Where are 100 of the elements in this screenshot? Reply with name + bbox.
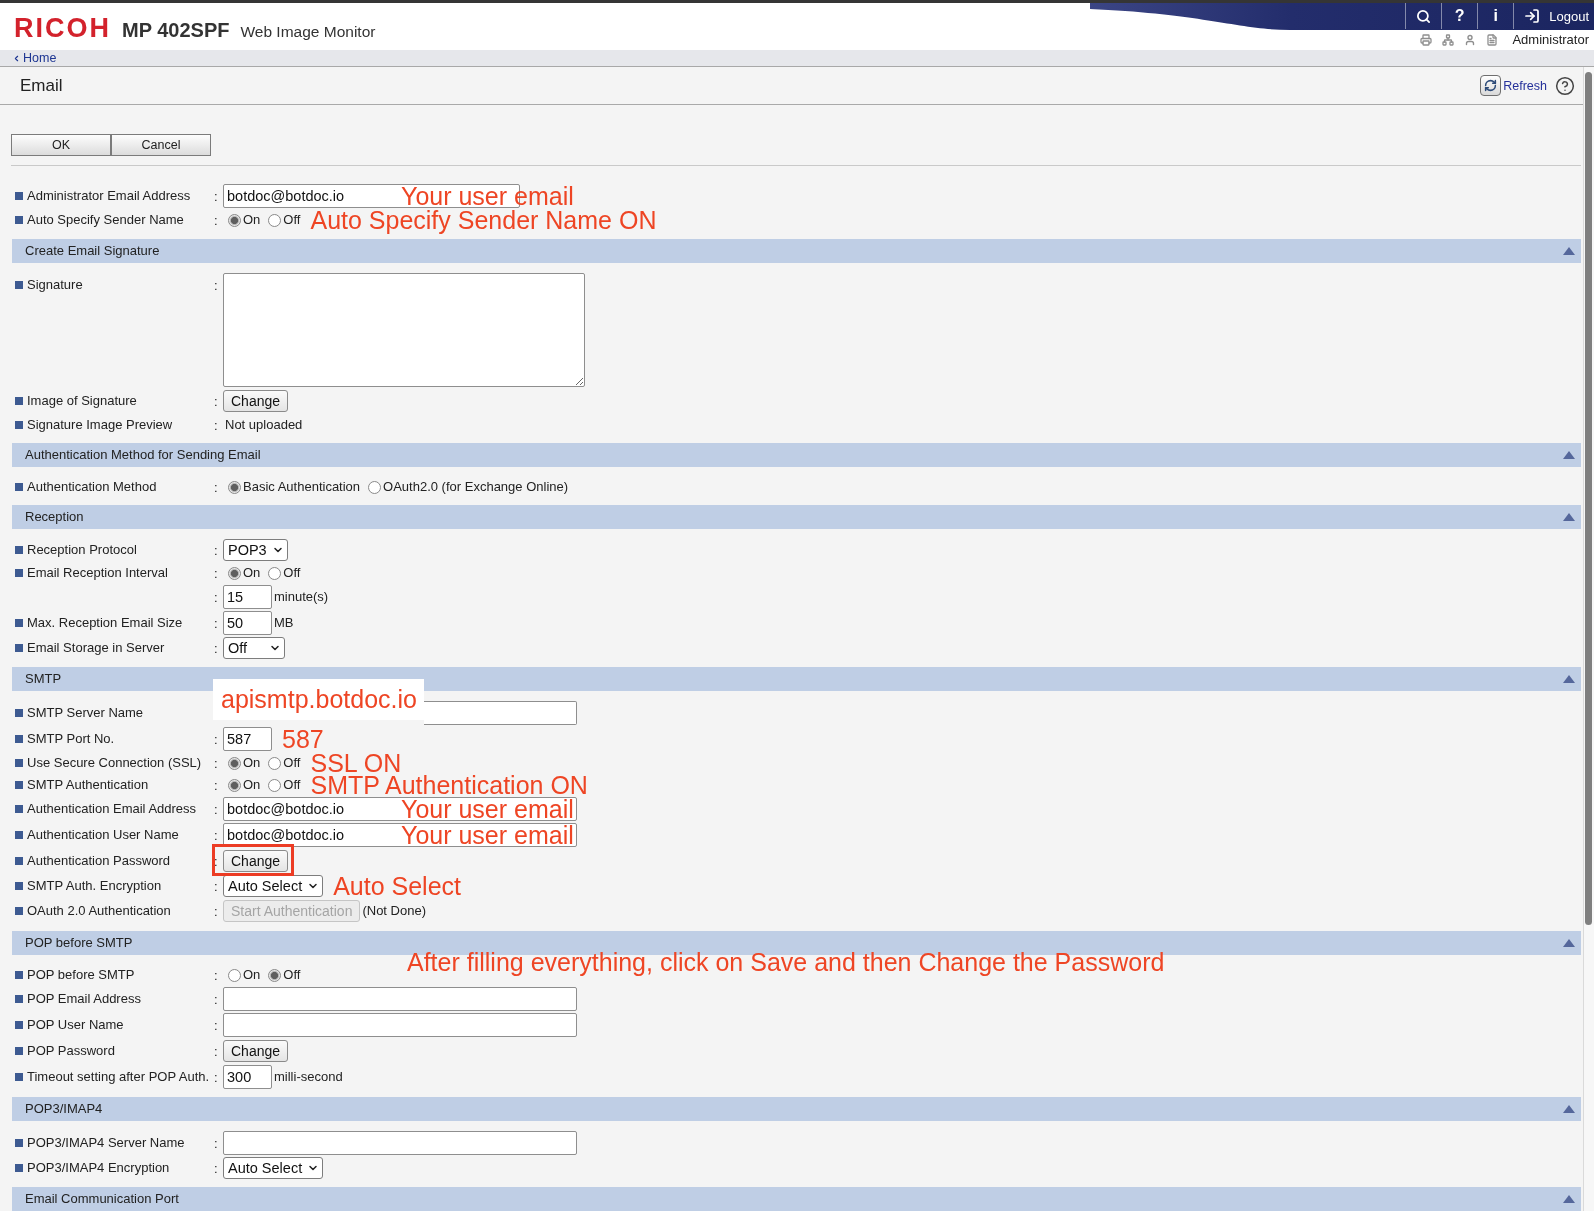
logout-button[interactable]: Logout: [1513, 3, 1594, 29]
radio-button[interactable]: [228, 566, 241, 580]
text-field[interactable]: [223, 1131, 577, 1155]
radio-button[interactable]: [228, 480, 241, 494]
user-icon: [1464, 33, 1477, 46]
dropdown[interactable]: Off: [223, 637, 285, 659]
colon: :: [214, 827, 218, 843]
annotation-text: After filling everything, click on Save and then Change the Password: [407, 950, 1165, 975]
collapse-triangle-icon[interactable]: [1563, 939, 1575, 947]
colon: :: [214, 777, 218, 793]
collapse-triangle-icon[interactable]: [1563, 675, 1575, 683]
colon: :: [214, 801, 218, 817]
radio-button[interactable]: [268, 968, 282, 982]
radio-button[interactable]: [228, 778, 241, 792]
search-icon: [1416, 8, 1432, 24]
field-label: Authentication Method: [27, 478, 157, 496]
field-label: SMTP Authentication: [27, 776, 149, 794]
colon: :: [214, 615, 218, 631]
annotation-text: Auto Specify Sender Name ON: [310, 207, 657, 233]
radio-label: Off: [283, 754, 301, 772]
printer-icon: [1420, 33, 1433, 46]
radio-button[interactable]: [268, 213, 282, 227]
scrollbar-thumb[interactable]: [1585, 72, 1592, 925]
bullet-square-icon: [15, 216, 23, 224]
value-text: minute(s): [274, 588, 329, 606]
text-field[interactable]: 300: [223, 1065, 272, 1089]
text-field[interactable]: [223, 987, 577, 1011]
text-field[interactable]: 50: [223, 611, 272, 635]
colon: :: [214, 991, 218, 1007]
field-label: POP User Name: [27, 1016, 124, 1034]
radio-label: On: [243, 211, 261, 229]
dropdown[interactable]: Auto Select: [223, 1157, 324, 1179]
radio-button[interactable]: [228, 756, 241, 770]
field-label: Auto Specify Sender Name: [27, 211, 184, 229]
document-icon: [1486, 33, 1499, 46]
radio-button[interactable]: [268, 566, 282, 580]
field-label: Authentication Email Address: [27, 800, 197, 818]
collapse-triangle-icon[interactable]: [1563, 1105, 1575, 1113]
radio-button[interactable]: [268, 778, 282, 792]
form-button[interactable]: Change: [223, 850, 289, 872]
value-text: milli-second: [274, 1068, 343, 1086]
text-field[interactable]: [223, 1013, 577, 1037]
collapse-triangle-icon[interactable]: [1563, 1195, 1575, 1203]
text-area[interactable]: [223, 273, 585, 387]
info-button[interactable]: i: [1477, 3, 1514, 29]
annotation-callout: apismtp.botdoc.io: [213, 679, 424, 720]
field-label: Signature: [27, 276, 83, 294]
help-icon[interactable]: [1555, 75, 1575, 96]
colon: :: [214, 417, 218, 433]
colon: :: [214, 212, 218, 228]
bullet-square-icon: [15, 546, 23, 554]
radio-button[interactable]: [368, 480, 382, 494]
text-field[interactable]: 587: [223, 727, 272, 751]
radio-button[interactable]: [228, 213, 241, 227]
bullet-square-icon: [15, 1073, 23, 1081]
radio-button[interactable]: [268, 756, 282, 770]
colon: :: [214, 1160, 218, 1176]
colon: :: [214, 1135, 218, 1151]
action-button[interactable]: OK: [11, 134, 111, 156]
field-label: Image of Signature: [27, 392, 137, 410]
colon: :: [214, 1017, 218, 1033]
bullet-square-icon: [15, 805, 23, 813]
text-field[interactable]: 15: [223, 585, 272, 609]
logout-icon: [1524, 8, 1541, 24]
text-field[interactable]: [423, 701, 577, 725]
collapse-triangle-icon[interactable]: [1563, 451, 1575, 459]
field-label: Signature Image Preview: [27, 416, 173, 434]
section-title: Create Email Signature: [25, 243, 160, 259]
section-title: Authentication Method for Sending Email: [25, 447, 261, 463]
help-button[interactable]: ?: [1441, 3, 1478, 29]
page-title: Email: [20, 75, 63, 96]
collapse-triangle-icon[interactable]: [1563, 513, 1575, 521]
form-button[interactable]: Change: [223, 390, 289, 412]
value-text: Not uploaded: [225, 416, 303, 434]
radio-label: On: [243, 776, 261, 794]
dropdown[interactable]: POP3: [223, 539, 288, 561]
collapse-triangle-icon[interactable]: [1563, 247, 1575, 255]
section-title: POP3/IMAP4: [25, 1101, 103, 1117]
action-button[interactable]: Cancel: [111, 134, 211, 156]
bullet-square-icon: [15, 192, 23, 200]
dropdown[interactable]: Auto Select: [223, 875, 324, 897]
field-label: POP Email Address: [27, 990, 141, 1008]
bullet-square-icon: [15, 569, 23, 577]
bullet-square-icon: [15, 397, 23, 405]
refresh-icon: [1480, 75, 1502, 96]
form-button[interactable]: Change: [223, 1040, 289, 1062]
bullet-square-icon: [15, 735, 23, 743]
annotation-text: Your user email: [401, 796, 574, 822]
field-label: Administrator Email Address: [27, 187, 191, 205]
radio-label: Off: [283, 211, 301, 229]
radio-button[interactable]: [228, 968, 241, 982]
annotation-text: Auto Select: [333, 873, 462, 899]
bullet-square-icon: [15, 1139, 23, 1147]
field-label: Email Reception Interval: [27, 564, 168, 582]
colon: :: [214, 393, 218, 409]
refresh-link[interactable]: Refresh: [1480, 75, 1547, 96]
colon: :: [214, 589, 218, 605]
section-title: Reception: [25, 509, 84, 525]
home-link[interactable]: Home: [12, 51, 57, 65]
bullet-square-icon: [15, 759, 23, 767]
